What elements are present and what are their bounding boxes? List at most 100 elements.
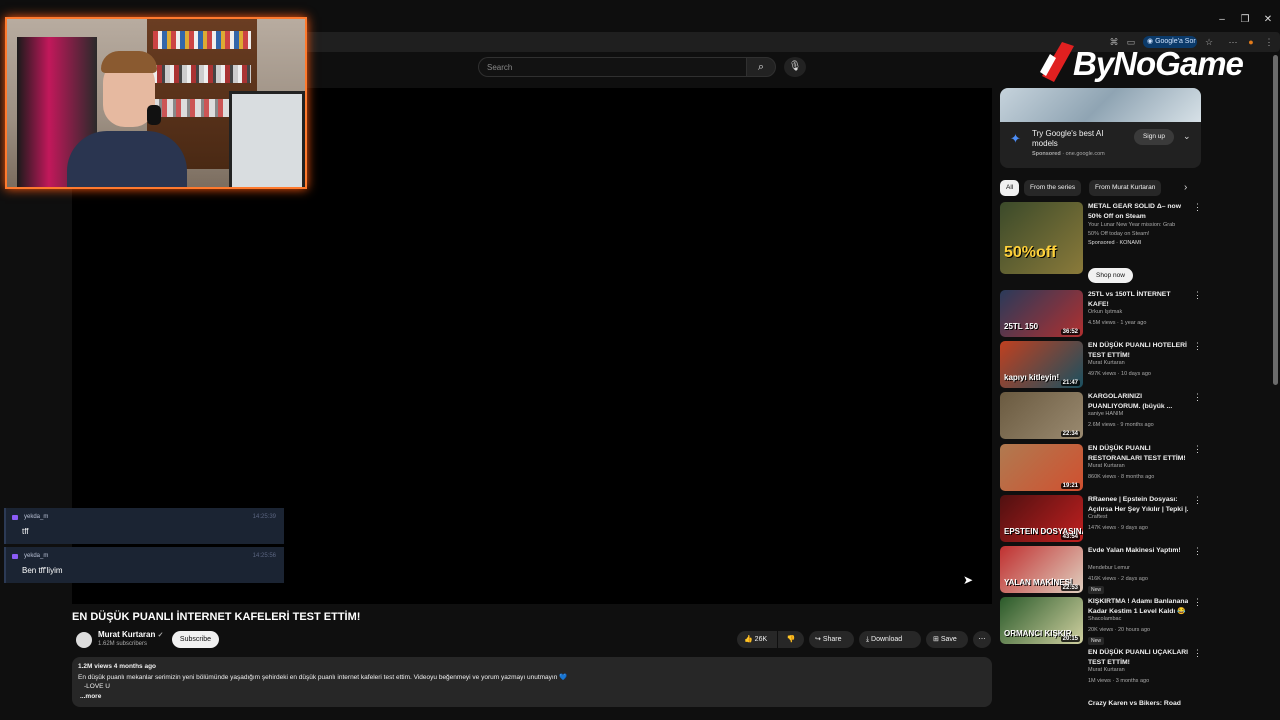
download-label: Download <box>871 636 903 643</box>
show-more-link[interactable]: ...more <box>80 693 101 700</box>
video-title-line[interactable]: PUANLIYORUM. (büyük ... <box>1088 402 1188 412</box>
save-button[interactable]: ⊞ Save <box>926 631 968 648</box>
more-vertical-icon[interactable]: ⋮ <box>1193 444 1202 455</box>
channel-name[interactable]: Murat Kurtaran <box>1088 667 1125 673</box>
google-ai-icon: ✦ <box>1010 131 1021 146</box>
channel-avatar[interactable] <box>76 632 92 648</box>
books-row <box>153 31 251 49</box>
ad-banner-image <box>1000 88 1201 122</box>
subscriber-count: 1.62M subscribers <box>98 641 148 647</box>
video-title-line[interactable]: KARGOLARINIZI <box>1088 392 1188 402</box>
search-input[interactable]: Search <box>478 57 746 77</box>
more-vertical-icon[interactable]: ⋮ <box>1193 546 1202 557</box>
video-meta: 416K views · 2 days ago <box>1088 576 1148 582</box>
chat-timestamp: 14:25:39 <box>252 514 276 520</box>
channel-name[interactable]: Shacolambac <box>1088 616 1121 622</box>
video-meta: 50% Off today on Steam! <box>1088 231 1150 237</box>
video-thumbnail[interactable]: YALAN MAKİNESİ 22:53 <box>1000 546 1083 593</box>
video-title-line[interactable]: RRaenee | Epstein Dosyası: <box>1088 495 1188 505</box>
close-icon[interactable]: ✕ <box>1260 12 1276 28</box>
channel-name[interactable]: Craftest <box>1088 514 1107 520</box>
more-actions-button[interactable]: ⋯ <box>973 631 991 648</box>
video-thumbnail[interactable]: EPSTEIN DOSYASINA 43:54 <box>1000 495 1083 542</box>
video-duration: 21:47 <box>1060 380 1080 386</box>
channel-name[interactable]: Your Lunar New Year mission: Grab <box>1088 222 1175 228</box>
verified-icon: ✓ <box>157 632 164 639</box>
video-title-line[interactable]: Crazy Karen vs Bikers: Road <box>1088 699 1188 709</box>
ad-domain: one.google.com <box>1065 151 1105 157</box>
description-text: En düşük puanlı mekanlar serimizin yeni … <box>78 674 568 681</box>
video-title-line[interactable]: TEST ETTİM! <box>1088 658 1188 668</box>
video-thumbnail[interactable]: kapıyı kitleyin! 21:47 <box>1000 341 1083 388</box>
thumbs-up-icon: 👍 <box>744 636 755 643</box>
chat-timestamp: 14:25:56 <box>252 553 276 559</box>
chevron-right-icon[interactable]: › <box>1184 182 1187 193</box>
video-title-line[interactable]: 25TL vs 150TL İNTERNET <box>1088 290 1188 300</box>
thumbs-down-icon: 👎 <box>786 636 796 643</box>
streamer-hair <box>101 51 157 73</box>
video-title-line[interactable]: 50% Off on Steam <box>1088 212 1188 222</box>
video-title-line[interactable]: EN DÜŞÜK PUANLI HOTELERİ <box>1088 341 1188 351</box>
video-meta: 20K views · 20 hours ago <box>1088 627 1151 633</box>
chip-from-series[interactable]: From the series <box>1024 180 1082 196</box>
video-title-line[interactable]: RESTORANLARI TEST ETTİM! <box>1088 454 1188 464</box>
video-title-line[interactable]: EN DÜŞÜK PUANLI <box>1088 444 1188 454</box>
more-vertical-icon[interactable]: ⋮ <box>1193 495 1202 506</box>
video-duration: 43:54 <box>1060 534 1080 540</box>
share-icon: ↪ <box>815 636 823 643</box>
microphone <box>147 105 161 125</box>
scrollbar[interactable] <box>1273 55 1278 385</box>
video-title-line[interactable]: KIŞKIRTMA ! Adamı Banlanana <box>1088 597 1188 607</box>
minimize-icon[interactable]: – <box>1214 12 1230 28</box>
subscribe-button[interactable]: Subscribe <box>172 631 219 648</box>
channel-name[interactable]: Orkun Işıtmak <box>1088 309 1122 315</box>
video-title-line[interactable]: METAL GEAR SOLID Δ– now <box>1088 202 1188 212</box>
more-vertical-icon[interactable]: ⋮ <box>1193 202 1202 213</box>
video-thumbnail[interactable]: 25TL 150 36:52 <box>1000 290 1083 337</box>
video-title-line[interactable]: Kadar Kestim 1 Level Kaldı 😂 <box>1088 607 1188 617</box>
more-vertical-icon[interactable]: ⋮ <box>1193 392 1202 403</box>
ad-sponsored-label: Sponsored · one.google.com <box>1032 151 1105 157</box>
ad-signup-button[interactable]: Sign up <box>1134 129 1174 145</box>
channel-name[interactable]: saniye HANIM <box>1088 411 1123 417</box>
chat-user-icon <box>12 554 18 559</box>
voice-search-button[interactable]: 🎙 <box>784 57 806 77</box>
search-button[interactable]: ⌕ <box>746 57 776 77</box>
video-title-line[interactable]: Evde Yalan Makinesi Yaptım! <box>1088 546 1188 556</box>
chevron-down-icon[interactable]: ⌄ <box>1183 131 1191 142</box>
channel-name[interactable]: Mendebur Lemur <box>1088 565 1130 571</box>
video-title-line[interactable]: TEST ETTİM! <box>1088 351 1188 361</box>
chip-from-channel[interactable]: From Murat Kurtaran <box>1089 180 1162 196</box>
video-meta: 2.6M views · 9 months ago <box>1088 422 1154 428</box>
video-thumbnail[interactable]: ORMANCI KIŞKIR 20:15 <box>1000 597 1083 644</box>
shop-now-button[interactable]: Shop now <box>1088 268 1133 283</box>
restore-icon[interactable]: ❐ <box>1237 12 1253 28</box>
streamer-webcam <box>5 17 307 189</box>
video-thumbnail[interactable]: 19:21 <box>1000 444 1083 491</box>
video-title-line[interactable]: KAFE! <box>1088 300 1188 310</box>
new-badge: New <box>1088 637 1105 645</box>
video-title-line[interactable]: Açılırsa Her Şey Yıkılır | Tepki |... <box>1088 505 1188 515</box>
download-button[interactable]: ⤓ Download <box>859 631 921 648</box>
like-button[interactable]: 👍 26K <box>737 631 777 648</box>
video-title-line[interactable]: EN DÜŞÜK PUANLI UÇAKLARI <box>1088 648 1188 658</box>
chip-all[interactable]: All <box>1000 180 1020 196</box>
more-vertical-icon[interactable]: ⋮ <box>1193 648 1202 659</box>
chat-user-icon <box>12 515 18 520</box>
channel-name[interactable]: Murat Kurtaran <box>1088 360 1125 366</box>
video-thumbnail[interactable]: 50%off <box>1000 202 1083 274</box>
more-vertical-icon[interactable]: ⋮ <box>1193 290 1202 301</box>
video-thumbnail[interactable]: 22:34 <box>1000 392 1083 439</box>
share-button[interactable]: ↪ Share <box>809 631 854 648</box>
dislike-button[interactable]: 👎 <box>778 631 804 648</box>
channel-name[interactable]: Murat Kurtaran ✓ <box>98 630 163 639</box>
more-vertical-icon[interactable]: ⋮ <box>1193 341 1202 352</box>
description-box[interactable] <box>72 657 992 707</box>
channel-name[interactable]: Murat Kurtaran <box>1088 463 1125 469</box>
video-duration: 36:52 <box>1060 329 1080 335</box>
more-horizontal-icon: ⋯ <box>978 636 986 643</box>
books-row <box>153 65 251 83</box>
chat-text: tff <box>22 527 29 536</box>
more-vertical-icon[interactable]: ⋮ <box>1193 597 1202 608</box>
sponsored-ad-card[interactable]: ✦ Try Google's best AI models Sponsored … <box>1000 88 1201 168</box>
